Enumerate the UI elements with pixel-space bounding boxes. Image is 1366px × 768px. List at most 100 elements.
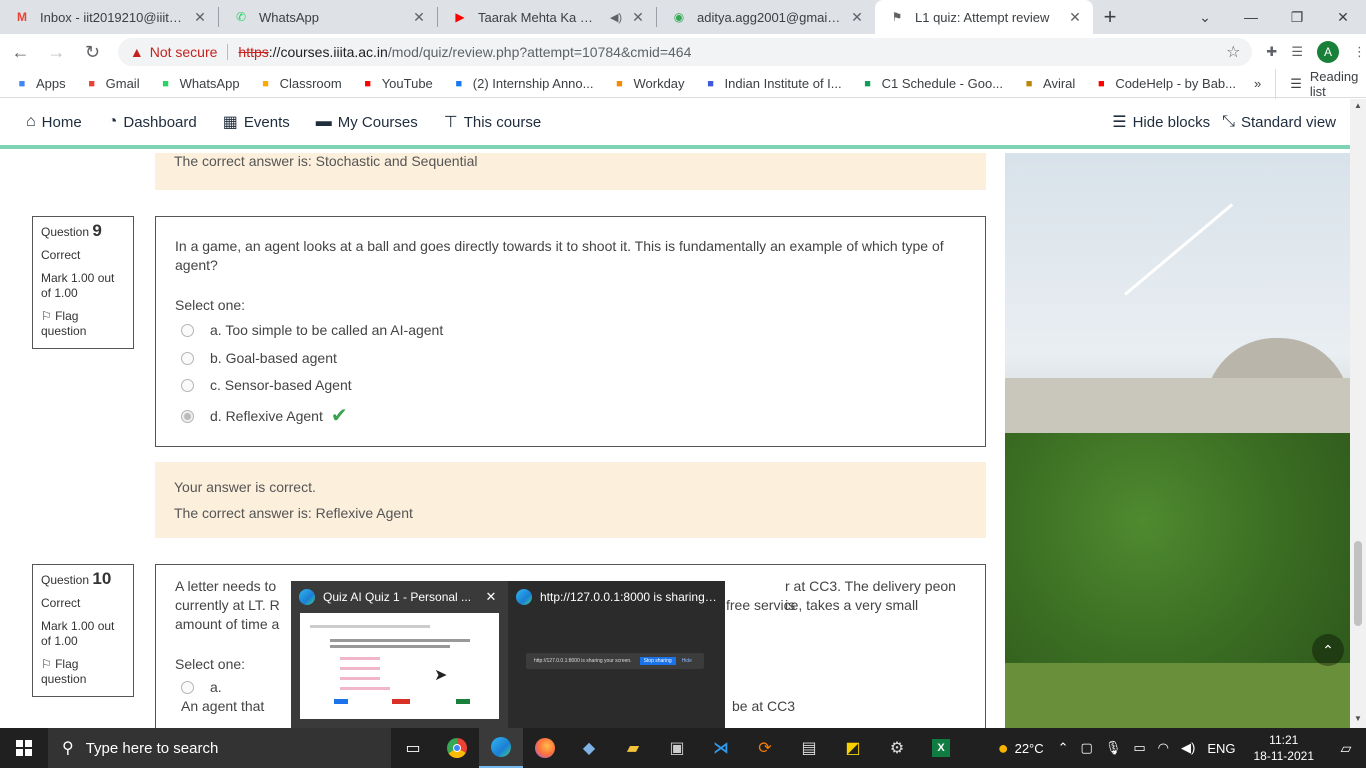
file-explorer-icon[interactable]: ▰ bbox=[611, 728, 655, 768]
scroll-down-arrow-icon[interactable]: ▼ bbox=[1354, 714, 1362, 723]
close-icon[interactable]: ✕ bbox=[630, 9, 646, 26]
radio-button[interactable] bbox=[181, 352, 194, 365]
sitemap-icon: ⊤ bbox=[443, 114, 458, 131]
standard-view-button[interactable]: ⤡ Standard view bbox=[1222, 113, 1336, 131]
start-button[interactable] bbox=[0, 728, 48, 768]
bookmark-star-icon[interactable]: ☆ bbox=[1226, 42, 1240, 62]
answer-option[interactable]: a. Too simple to be called an AI-agent bbox=[175, 321, 966, 340]
tab-youtube[interactable]: ▶ Taarak Mehta Ka Ooltah ◀) ✕ bbox=[438, 0, 656, 34]
terminal-icon[interactable]: ▣ bbox=[655, 728, 699, 768]
sticky-notes-icon[interactable]: ◩ bbox=[831, 728, 875, 768]
tab-search-icon[interactable]: ⌄ bbox=[1182, 0, 1228, 34]
nav-dashboard[interactable]: ◔ Dashboard bbox=[108, 113, 197, 131]
close-icon[interactable]: ✕ bbox=[849, 9, 865, 26]
hide-blocks-label: Hide blocks bbox=[1132, 113, 1211, 131]
nav-events[interactable]: ▦ Events bbox=[223, 112, 290, 132]
bookmark-item[interactable]: ■ Indian Institute of I... bbox=[703, 76, 841, 92]
vscode-icon[interactable]: ⋊ bbox=[699, 728, 743, 768]
question-info: Question 9 Correct Mark 1.00 out of 1.00… bbox=[32, 216, 134, 349]
radio-button-selected[interactable] bbox=[181, 410, 194, 423]
store-icon[interactable]: ▤ bbox=[787, 728, 831, 768]
tab-gmail[interactable]: M Inbox - iit2019210@iiita.ac.in ✕ bbox=[0, 0, 218, 34]
microphone-icon[interactable]: 🎙︎ bbox=[1105, 740, 1122, 756]
radio-button[interactable] bbox=[181, 324, 194, 337]
firefox-icon[interactable] bbox=[523, 728, 567, 768]
bookmark-label: Gmail bbox=[105, 76, 140, 91]
window-preview[interactable]: http://127.0.0.1:8000 is sharing ... htt… bbox=[508, 581, 725, 728]
bookmark-item[interactable]: ■ (2) Internship Anno... bbox=[451, 76, 593, 92]
bookmark-item[interactable]: ■ WhatsApp bbox=[158, 76, 239, 92]
radio-button[interactable] bbox=[181, 681, 194, 694]
scroll-up-arrow-icon[interactable]: ▲ bbox=[1354, 101, 1362, 110]
back-icon[interactable]: ← bbox=[5, 36, 36, 68]
tab-quiz-review[interactable]: ⚑ L1 quiz: Attempt review ✕ bbox=[875, 0, 1093, 34]
scrollbar[interactable]: ▲ ▼ bbox=[1350, 99, 1366, 728]
bookmark-item[interactable]: ■ Aviral bbox=[1021, 76, 1076, 92]
scrollbar-thumb[interactable] bbox=[1354, 541, 1362, 626]
media-control-icon[interactable]: ☰ bbox=[1291, 44, 1303, 60]
answer-option-selected[interactable]: d. Reflexive Agent ✔ bbox=[175, 406, 966, 426]
excel-icon[interactable]: X bbox=[919, 728, 963, 768]
minimize-icon[interactable]: — bbox=[1228, 0, 1274, 34]
nav-my-courses[interactable]: ▬ My Courses bbox=[316, 113, 418, 131]
weather-icon[interactable]: ● bbox=[998, 738, 1009, 759]
extensions-icon[interactable]: ✚ bbox=[1266, 44, 1277, 60]
back-to-top-button[interactable]: ⌃ bbox=[1312, 634, 1344, 666]
speaker-icon[interactable]: ◀) bbox=[608, 11, 624, 24]
new-tab-button[interactable]: + bbox=[1093, 0, 1127, 34]
forward-icon[interactable]: → bbox=[41, 36, 72, 68]
tab-whatsapp[interactable]: ✆ WhatsApp ✕ bbox=[219, 0, 437, 34]
bookmark-item[interactable]: ■ YouTube bbox=[360, 76, 432, 92]
bookmark-item[interactable]: ■ Apps bbox=[14, 76, 66, 92]
meet-icon[interactable]: ▢ bbox=[1081, 740, 1093, 756]
bookmark-item[interactable]: ■ Gmail bbox=[84, 76, 140, 92]
sync-app-icon[interactable]: ⟳ bbox=[743, 728, 787, 768]
edge-icon[interactable] bbox=[479, 728, 523, 768]
close-window-icon[interactable]: ✕ bbox=[1320, 0, 1366, 34]
bookmark-item[interactable]: ■ Workday bbox=[611, 76, 684, 92]
restore-icon[interactable]: ❐ bbox=[1274, 0, 1320, 34]
flag-question-link[interactable]: ⚐ Flag question bbox=[41, 657, 125, 687]
battery-icon[interactable]: ▭ bbox=[1133, 740, 1145, 756]
close-icon[interactable]: ✕ bbox=[192, 9, 208, 26]
task-view-icon[interactable]: ▭ bbox=[391, 728, 435, 768]
question-number-value: 10 bbox=[92, 569, 112, 588]
settings-icon[interactable]: ⚙ bbox=[875, 728, 919, 768]
flag-question-link[interactable]: ⚐ Flag question bbox=[41, 309, 125, 339]
answer-option[interactable]: b. Goal-based agent bbox=[175, 349, 966, 368]
hide-blocks-button[interactable]: ☰ Hide blocks bbox=[1112, 112, 1210, 132]
weather-temp[interactable]: 22°C bbox=[1015, 741, 1044, 756]
reading-list-button[interactable]: ☰ Reading list bbox=[1275, 68, 1358, 99]
menu-icon[interactable]: ⋮ bbox=[1353, 44, 1366, 60]
language-indicator[interactable]: ENG bbox=[1207, 741, 1235, 756]
window-preview[interactable]: Quiz AI Quiz 1 - Personal ... ✕ ➤ bbox=[291, 581, 508, 728]
bookmark-item[interactable]: ■ C1 Schedule - Goo... bbox=[860, 76, 1003, 92]
tab-google-account[interactable]: ◉ aditya.agg2001@gmail.com ✕ bbox=[657, 0, 875, 34]
close-icon[interactable]: ✕ bbox=[482, 589, 500, 605]
chrome-icon[interactable] bbox=[435, 728, 479, 768]
avatar[interactable]: A bbox=[1316, 41, 1339, 63]
clock[interactable]: 11:21 18-11-2021 bbox=[1254, 732, 1315, 764]
bookmarks-overflow-icon[interactable]: » bbox=[1254, 76, 1261, 91]
calendar-icon: ▦ bbox=[222, 114, 238, 131]
bookmark-item[interactable]: ■ CodeHelp - by Bab... bbox=[1093, 76, 1236, 92]
app-icon[interactable]: ◆ bbox=[567, 728, 611, 768]
url-field[interactable]: ▲ Not secure https ://courses.iiita.ac.i… bbox=[117, 38, 1253, 66]
wifi-icon[interactable]: ◠ bbox=[1158, 740, 1169, 756]
edge-icon bbox=[299, 589, 315, 605]
nav-home[interactable]: ⌂ Home bbox=[26, 113, 82, 131]
chevron-up-icon[interactable]: ⌃ bbox=[1058, 740, 1069, 756]
close-icon[interactable]: ✕ bbox=[1067, 9, 1083, 26]
option-text: b. Goal-based agent bbox=[210, 350, 337, 366]
nav-this-course[interactable]: ⊤ This course bbox=[444, 112, 541, 132]
answer-option[interactable]: c. Sensor-based Agent bbox=[175, 376, 966, 395]
close-icon[interactable]: ✕ bbox=[411, 9, 427, 26]
taskbar-search-box[interactable]: ⚲ Type here to search bbox=[48, 728, 391, 768]
nav-right: ☰ Hide blocks ⤡ Standard view bbox=[1100, 112, 1336, 132]
reload-icon[interactable]: ↻ bbox=[77, 36, 108, 68]
divider bbox=[227, 44, 229, 60]
notification-icon[interactable]: ▱ bbox=[1326, 740, 1366, 757]
bookmark-item[interactable]: ■ Classroom bbox=[258, 76, 341, 92]
volume-icon[interactable]: ◀) bbox=[1181, 740, 1195, 756]
radio-button[interactable] bbox=[181, 379, 194, 392]
